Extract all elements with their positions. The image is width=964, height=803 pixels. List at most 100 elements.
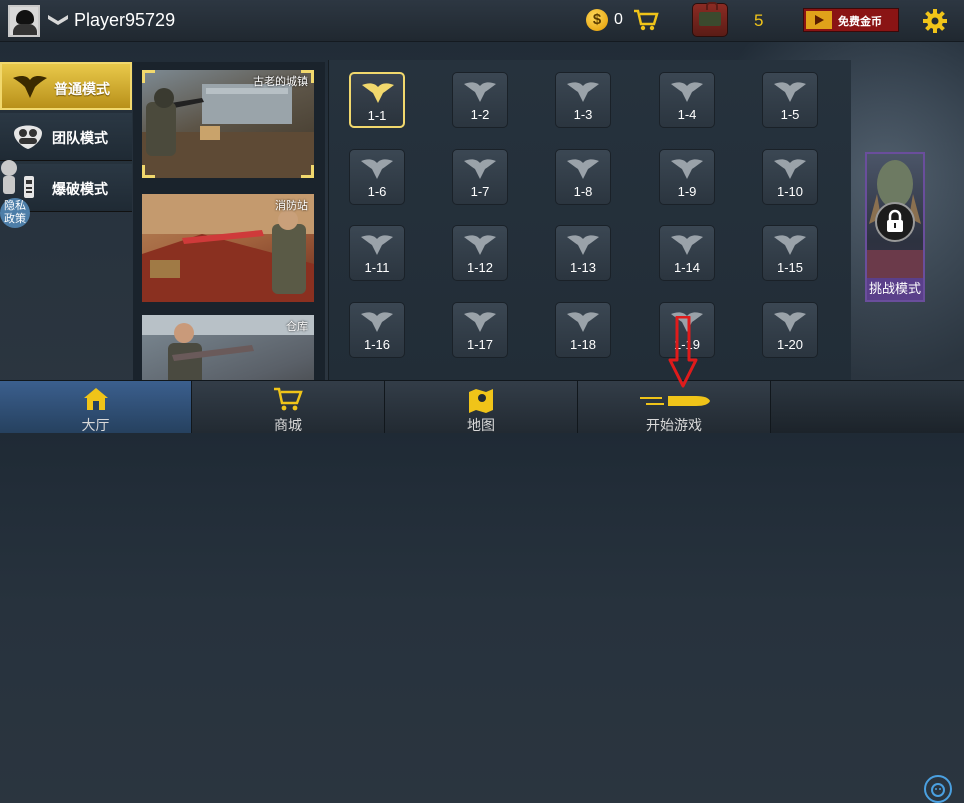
map-card-ancient-town[interactable]: 古老的城镇 — [142, 70, 314, 178]
bottom-nav: 大厅 商城 地图 开始游戏 — [0, 380, 964, 803]
top-bar: Player95729 $ 0 5 免费金币 — [0, 0, 964, 42]
bullet-icon — [640, 396, 710, 406]
level-number: 1-12 — [466, 260, 494, 275]
coin-icon: $ — [586, 9, 608, 31]
selection-corner — [142, 165, 155, 178]
level-button[interactable]: 1-4 — [659, 72, 715, 128]
challenge-mode-label: 挑战模式 — [867, 278, 923, 300]
rank-icon — [48, 15, 68, 25]
video-play-icon — [806, 11, 832, 29]
level-number: 1-1 — [367, 108, 387, 123]
map-name: 消防站 — [275, 200, 308, 212]
privacy-figure-icon — [1, 160, 17, 194]
level-button[interactable]: 1-14 — [659, 225, 715, 281]
level-button[interactable]: 1-1 — [349, 72, 405, 128]
selection-corner — [142, 70, 155, 83]
privacy-policy-label: 隐私政策 — [0, 198, 30, 228]
backpack-count: 5 — [754, 11, 764, 30]
level-button[interactable]: 1-8 — [555, 149, 611, 205]
level-button[interactable]: 1-20 — [762, 302, 818, 358]
eagle-icon — [774, 312, 806, 332]
map-name: 仓库 — [286, 321, 308, 333]
map-card-warehouse[interactable]: 仓库 — [142, 315, 314, 380]
level-button[interactable]: 1-18 — [555, 302, 611, 358]
eagle-icon — [671, 159, 703, 179]
mode-tab-label: 爆破模式 — [52, 181, 108, 197]
nav-shop[interactable]: 商城 — [192, 381, 385, 433]
level-number: 1-16 — [363, 337, 391, 352]
level-number: 1-2 — [470, 107, 490, 122]
level-button[interactable]: 1-10 — [762, 149, 818, 205]
level-number: 1-11 — [364, 260, 390, 275]
eagle-icon — [362, 83, 394, 103]
level-number: 1-4 — [677, 107, 697, 122]
eagle-icon — [361, 159, 393, 179]
mode-tab-team[interactable]: 团队模式 — [0, 113, 132, 161]
nav-label: 地图 — [467, 417, 495, 433]
eagle-icon — [774, 235, 806, 255]
team-icon — [14, 125, 42, 149]
coin-count: 0 — [614, 11, 623, 28]
level-button[interactable]: 1-2 — [452, 72, 508, 128]
level-button[interactable]: 1-3 — [555, 72, 611, 128]
mode-tab-label: 普通模式 — [54, 81, 110, 97]
nav-start-game[interactable]: 开始游戏 — [578, 381, 771, 433]
nav-lobby[interactable]: 大厅 — [0, 381, 192, 433]
eagle-icon — [567, 159, 599, 179]
mode-tab-normal[interactable]: 普通模式 — [0, 62, 132, 110]
level-number: 1-5 — [780, 107, 800, 122]
eagle-icon — [774, 159, 806, 179]
customer-service-icon[interactable] — [924, 775, 952, 803]
eagle-icon — [361, 235, 393, 255]
level-button[interactable]: 1-15 — [762, 225, 818, 281]
mode-tab-label: 团队模式 — [52, 130, 108, 146]
level-number: 1-6 — [367, 184, 387, 199]
level-number: 1-20 — [776, 337, 804, 352]
eagle-icon — [671, 235, 703, 255]
eagle-icon — [464, 82, 496, 102]
eagle-icon — [13, 76, 47, 98]
level-button[interactable]: 1-6 — [349, 149, 405, 205]
eagle-icon — [361, 312, 393, 332]
level-button[interactable]: 1-13 — [555, 225, 611, 281]
eagle-icon — [464, 159, 496, 179]
lock-icon — [875, 202, 915, 242]
level-number: 1-7 — [470, 184, 490, 199]
eagle-icon — [567, 235, 599, 255]
selection-corner — [301, 165, 314, 178]
nav-map[interactable]: 地图 — [385, 381, 578, 433]
level-button[interactable]: 1-17 — [452, 302, 508, 358]
level-button[interactable]: 1-12 — [452, 225, 508, 281]
level-button[interactable]: 1-7 — [452, 149, 508, 205]
level-number: 1-9 — [677, 184, 697, 199]
nav-label: 大厅 — [81, 417, 110, 433]
privacy-policy-button[interactable]: 隐私政策 — [0, 160, 30, 232]
nav-label: 商城 — [274, 417, 302, 433]
challenge-mode-button[interactable]: 挑战模式 — [865, 152, 925, 302]
red-arrow-indicator — [668, 316, 698, 388]
level-number: 1-15 — [776, 260, 804, 275]
eagle-icon — [774, 82, 806, 102]
gear-icon[interactable] — [922, 8, 948, 34]
free-gold-label: 免费金币 — [838, 16, 882, 28]
buy-coins-cart-icon[interactable] — [633, 8, 659, 32]
level-number: 1-14 — [673, 260, 701, 275]
level-button[interactable]: 1-16 — [349, 302, 405, 358]
level-number: 1-17 — [466, 337, 494, 352]
map-card-fire-station[interactable]: 消防站 — [142, 194, 314, 302]
level-button[interactable]: 1-5 — [762, 72, 818, 128]
eagle-icon — [567, 82, 599, 102]
map-icon — [469, 389, 493, 413]
level-number: 1-8 — [573, 184, 593, 199]
level-button[interactable]: 1-9 — [659, 149, 715, 205]
level-grid: 1-1 1-2 1-3 1-4 1-5 1-6 1-7 1-8 1-9 1-10 1-11 1-12 1… — [328, 60, 851, 380]
backpack-icon[interactable] — [692, 2, 728, 37]
avatar[interactable] — [8, 5, 40, 37]
level-number: 1-3 — [573, 107, 593, 122]
free-gold-button[interactable]: 免费金币 — [803, 8, 899, 32]
selection-corner — [301, 70, 314, 83]
level-number: 1-13 — [569, 260, 597, 275]
level-number: 1-10 — [776, 184, 804, 199]
level-button[interactable]: 1-11 — [349, 225, 405, 281]
map-list[interactable]: 古老的城镇 消防站 仓库 — [133, 62, 325, 380]
